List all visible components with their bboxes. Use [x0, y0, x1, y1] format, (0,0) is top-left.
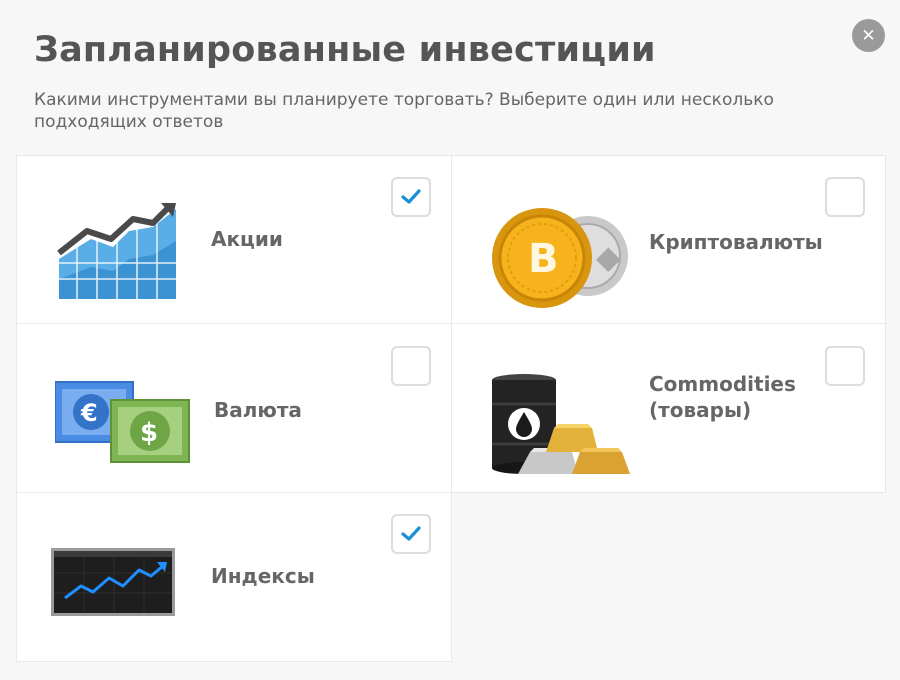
oil-barrel-gold-icon: [492, 374, 630, 474]
banknotes-icon: € $: [55, 381, 190, 463]
svg-text:B: B: [528, 236, 559, 282]
option-card-commodities[interactable]: Commodities (товары): [451, 323, 886, 493]
option-label-crypto: Криптовалюты: [649, 230, 823, 254]
svg-text:◆: ◆: [596, 238, 621, 276]
svg-text:€: €: [80, 399, 98, 427]
option-card-indices[interactable]: Индексы: [16, 492, 452, 662]
close-button[interactable]: ✕: [852, 19, 885, 52]
checkbox-currency[interactable]: [391, 346, 431, 386]
index-monitor-icon: [51, 548, 175, 616]
checkbox-indices[interactable]: [391, 514, 431, 554]
option-card-crypto[interactable]: ◆ B Криптовалюты: [451, 155, 886, 324]
page-subtitle: Какими инструментами вы планируете торго…: [34, 90, 774, 132]
option-label-commodities-line2: (товары): [649, 398, 752, 422]
option-label-commodities-line1: Commodities: [649, 372, 796, 396]
stock-chart-icon: [57, 203, 176, 299]
checkbox-commodities[interactable]: [825, 346, 865, 386]
page-title: Запланированные инвестиции: [34, 30, 656, 70]
svg-text:$: $: [140, 418, 158, 448]
crypto-coins-icon: ◆ B: [492, 208, 628, 308]
option-label-commodities: Commodities (товары): [649, 371, 796, 423]
option-label-currency: Валюта: [214, 398, 302, 422]
option-label-indices: Индексы: [211, 564, 315, 588]
option-label-stocks: Акции: [211, 227, 283, 251]
checkmark-icon: [401, 526, 421, 541]
close-icon: ✕: [861, 25, 876, 46]
checkmark-icon: [401, 189, 421, 204]
option-card-stocks[interactable]: Акции: [16, 155, 452, 324]
option-card-currency[interactable]: € $ Валюта: [16, 323, 452, 493]
checkbox-stocks[interactable]: [391, 177, 431, 217]
checkbox-crypto[interactable]: [825, 177, 865, 217]
